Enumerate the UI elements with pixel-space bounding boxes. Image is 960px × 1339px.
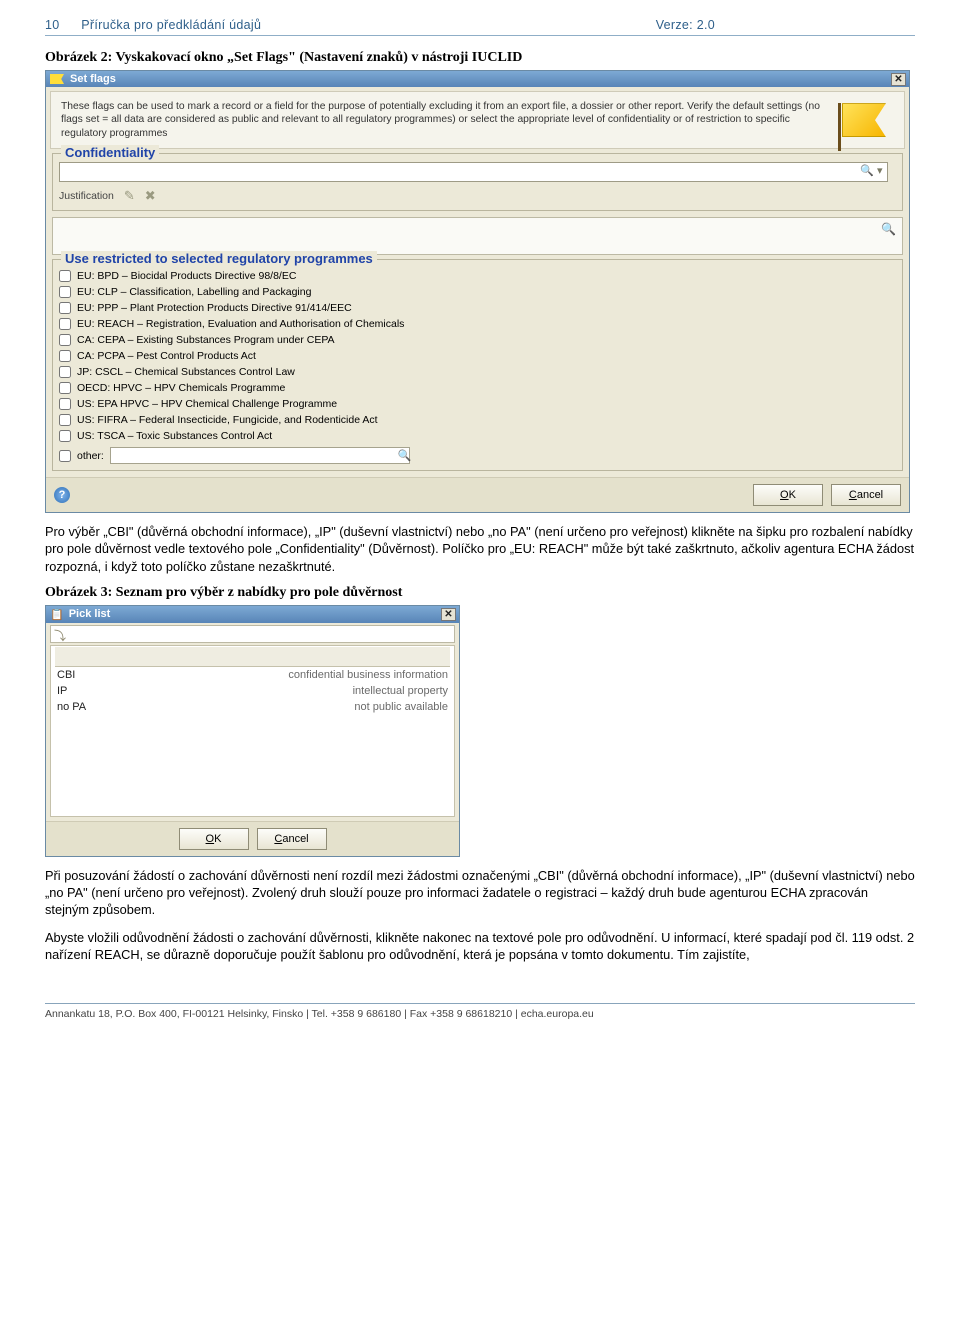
reg-checkbox[interactable] <box>59 382 71 394</box>
set-flags-dialog: Set flags ✕ These flags can be used to m… <box>45 70 910 513</box>
reg-item-label: CA: CEPA – Existing Substances Program u… <box>77 334 335 346</box>
reg-checkbox[interactable] <box>59 270 71 282</box>
picklist-val: intellectual property <box>353 685 448 697</box>
picklist-val: not public available <box>354 701 448 713</box>
reg-item[interactable]: OECD: HPVC – HPV Chemicals Programme <box>59 380 896 396</box>
picklist-icon: 📋 <box>50 608 64 621</box>
dialog-description-text: These flags can be used to mark a record… <box>61 100 834 140</box>
picklist-key: no PA <box>57 701 86 713</box>
page-footer: Annankatu 18, P.O. Box 400, FI-00121 Hel… <box>45 1003 915 1020</box>
other-input[interactable] <box>110 447 410 464</box>
reg-checkbox[interactable] <box>59 350 71 362</box>
picklist-row[interactable]: no PA not public available <box>51 699 454 715</box>
pick-list-dialog: 📋 Pick list ✕ ⤵ CBI confidential busines… <box>45 605 460 857</box>
cancel-button[interactable]: Cancel <box>257 828 327 850</box>
reg-checkbox[interactable] <box>59 318 71 330</box>
confidentiality-legend: Confidentiality <box>61 145 159 160</box>
reg-item[interactable]: EU: PPP – Plant Protection Products Dire… <box>59 300 896 316</box>
dialog-description: These flags can be used to mark a record… <box>50 91 905 149</box>
picklist-val: confidential business information <box>288 669 448 681</box>
reg-item-label: EU: REACH – Registration, Evaluation and… <box>77 318 404 330</box>
dialog-title: Pick list <box>69 608 111 620</box>
dialog-titlebar[interactable]: Set flags ✕ <box>46 71 909 87</box>
reg-item[interactable]: EU: BPD – Biocidal Products Directive 98… <box>59 268 896 284</box>
reg-checkbox[interactable] <box>59 286 71 298</box>
justification-label: Justification <box>59 190 114 202</box>
reg-checkbox[interactable] <box>59 414 71 426</box>
doc-version: Verze: 2.0 <box>656 18 715 32</box>
paragraph-2: Při posuzování žádostí o zachování důvěr… <box>45 867 915 919</box>
reg-item-label: US: EPA HPVC – HPV Chemical Challenge Pr… <box>77 398 337 410</box>
reg-item-label: US: FIFRA – Federal Insecticide, Fungici… <box>77 414 378 426</box>
dialog-button-bar: OK Cancel <box>46 821 459 856</box>
dialog-titlebar[interactable]: 📋 Pick list ✕ <box>46 606 459 623</box>
reg-checkbox[interactable] <box>59 334 71 346</box>
flag-illustration <box>834 100 894 140</box>
reg-checkbox[interactable] <box>59 398 71 410</box>
flag-icon <box>50 74 64 84</box>
reg-item-label: OECD: HPVC – HPV Chemicals Programme <box>77 382 285 394</box>
help-icon[interactable]: ? <box>54 487 70 503</box>
justification-textarea[interactable]: 🔍 <box>52 217 903 255</box>
reg-item[interactable]: US: EPA HPVC – HPV Chemical Challenge Pr… <box>59 396 896 412</box>
reg-item-label: EU: CLP – Classification, Labelling and … <box>77 286 311 298</box>
regulatory-group: Use restricted to selected regulatory pr… <box>52 259 903 471</box>
dropdown-icon[interactable]: ▾ <box>877 164 891 178</box>
picklist-body: CBI confidential business information IP… <box>50 645 455 817</box>
reg-item[interactable]: US: FIFRA – Federal Insecticide, Fungici… <box>59 412 896 428</box>
picklist-key: CBI <box>57 669 75 681</box>
reg-item-label: EU: BPD – Biocidal Products Directive 98… <box>77 270 296 282</box>
confidentiality-group: Confidentiality 🔍 ▾ Justification ✎ ✖ <box>52 153 903 211</box>
close-button[interactable]: ✕ <box>891 73 906 86</box>
filter-icon: ⤵ <box>54 627 66 644</box>
reg-checkbox[interactable] <box>59 366 71 378</box>
reg-checkbox[interactable] <box>59 302 71 314</box>
search-icon[interactable]: 🔍 <box>881 222 896 236</box>
figure-3-caption: Obrázek 3: Seznam pro výběr z nabídky pr… <box>45 585 915 601</box>
edit-icon[interactable]: ✎ <box>124 188 135 204</box>
confidentiality-input[interactable] <box>59 162 888 182</box>
dialog-title: Set flags <box>70 73 116 85</box>
paragraph-1: Pro výběr „CBI" (důvěrná obchodní inform… <box>45 523 915 575</box>
reg-item-label: JP: CSCL – Chemical Substances Control L… <box>77 366 295 378</box>
reg-item[interactable]: US: TSCA – Toxic Substances Control Act <box>59 428 896 444</box>
picklist-row[interactable]: IP intellectual property <box>51 683 454 699</box>
reg-item-label: US: TSCA – Toxic Substances Control Act <box>77 430 272 442</box>
cancel-button[interactable]: Cancel <box>831 484 901 506</box>
ok-button[interactable]: OK <box>179 828 249 850</box>
paragraph-3: Abyste vložili odůvodnění žádosti o zach… <box>45 929 915 964</box>
reg-checkbox[interactable] <box>59 430 71 442</box>
picklist-search[interactable]: ⤵ <box>50 625 455 643</box>
clear-icon[interactable]: ✖ <box>145 188 156 204</box>
doc-title: Příručka pro předkládání údajů <box>81 18 261 32</box>
ok-button[interactable]: OK <box>753 484 823 506</box>
page-header: 10 Příručka pro předkládání údajů Verze:… <box>45 18 915 36</box>
regulatory-legend: Use restricted to selected regulatory pr… <box>61 251 377 266</box>
other-checkbox[interactable] <box>59 450 71 462</box>
reg-item[interactable]: JP: CSCL – Chemical Substances Control L… <box>59 364 896 380</box>
reg-item[interactable]: CA: CEPA – Existing Substances Program u… <box>59 332 896 348</box>
page-number: 10 <box>45 18 60 32</box>
other-label: other: <box>77 450 104 462</box>
close-button[interactable]: ✕ <box>441 608 456 621</box>
search-icon[interactable]: 🔍 <box>860 164 874 178</box>
reg-item[interactable]: EU: REACH – Registration, Evaluation and… <box>59 316 896 332</box>
picklist-row[interactable]: CBI confidential business information <box>51 667 454 683</box>
figure-2-caption: Obrázek 2: Vyskakovací okno „Set Flags" … <box>45 50 915 66</box>
dialog-button-bar: ? OK Cancel <box>46 477 909 512</box>
picklist-empty-row[interactable] <box>55 647 450 667</box>
reg-item[interactable]: CA: PCPA – Pest Control Products Act <box>59 348 896 364</box>
reg-item[interactable]: EU: CLP – Classification, Labelling and … <box>59 284 896 300</box>
regulatory-checklist: EU: BPD – Biocidal Products Directive 98… <box>59 268 896 464</box>
picklist-key: IP <box>57 685 67 697</box>
reg-item-label: CA: PCPA – Pest Control Products Act <box>77 350 256 362</box>
search-icon[interactable]: 🔍 <box>398 449 412 462</box>
reg-item-label: EU: PPP – Plant Protection Products Dire… <box>77 302 352 314</box>
